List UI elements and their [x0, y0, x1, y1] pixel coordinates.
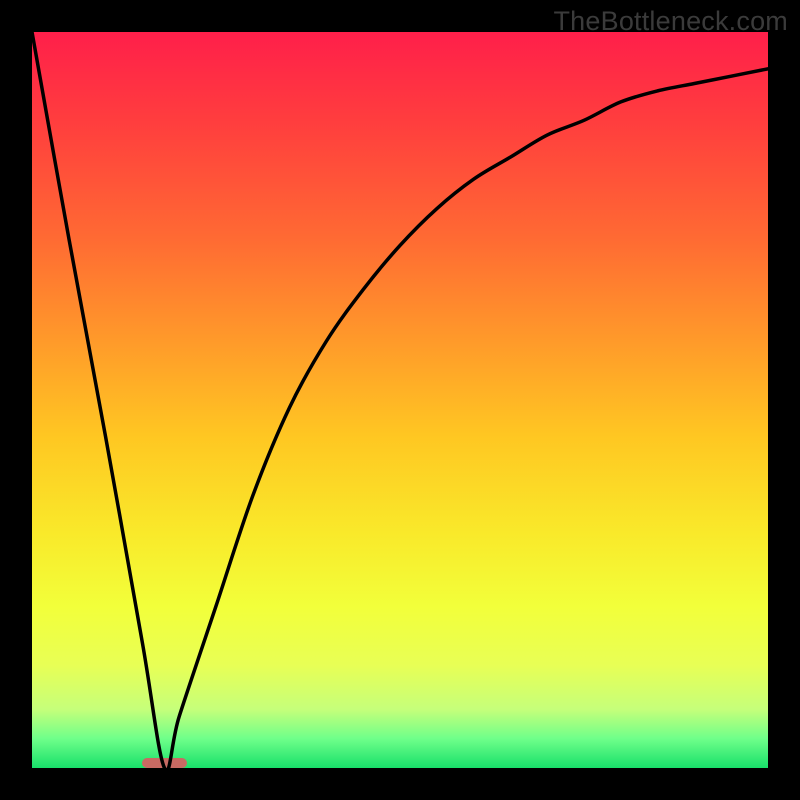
watermark-text: TheBottleneck.com — [553, 6, 788, 37]
chart-frame: TheBottleneck.com — [0, 0, 800, 800]
bottleneck-curve — [32, 32, 768, 768]
curve-path — [32, 32, 768, 768]
plot-area — [32, 32, 768, 768]
